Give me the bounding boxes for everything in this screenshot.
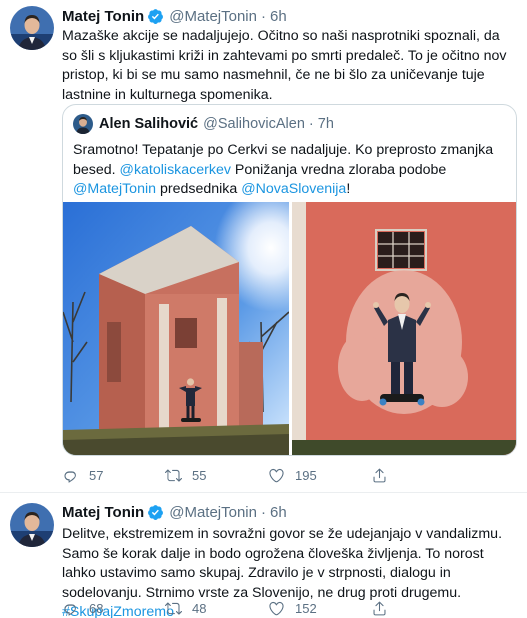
tweet-time[interactable]: 6h xyxy=(270,504,287,521)
reply-icon xyxy=(64,470,76,483)
quoted-tweet-header: Alen Salihović @SalihovicAlen · 7h xyxy=(73,114,334,134)
verified-badge-icon xyxy=(148,8,164,24)
share-button[interactable] xyxy=(371,600,474,617)
quoted-tweet-time: 7h xyxy=(317,116,334,132)
avatar[interactable] xyxy=(10,6,54,50)
mention-link[interactable]: @MatejTonin xyxy=(73,181,156,197)
verified-badge-icon xyxy=(148,504,164,520)
reply-count: 57 xyxy=(89,467,104,483)
mention-link[interactable]: @katoliskacerkev xyxy=(120,162,231,178)
separator-dot: · xyxy=(261,503,266,521)
quoted-author-name: Alen Salihović xyxy=(99,116,199,132)
retweet-icon xyxy=(165,601,182,615)
separator-dot: · xyxy=(261,7,266,25)
retweet-button[interactable]: 48 xyxy=(165,600,268,617)
reply-count: 68 xyxy=(89,600,104,616)
quoted-author-handle: @SalihovicAlen xyxy=(203,116,305,132)
avatar[interactable] xyxy=(10,503,54,547)
share-icon xyxy=(373,601,386,615)
share-button[interactable] xyxy=(371,467,474,484)
tweet-text-main: Delitve, ekstremizem in sovražni govor s… xyxy=(62,526,503,601)
author-name[interactable]: Matej Tonin xyxy=(62,504,144,521)
separator-dot: · xyxy=(308,116,314,132)
retweet-count: 48 xyxy=(192,600,207,616)
reply-button[interactable]: 57 xyxy=(62,467,165,484)
tweet[interactable]: Matej Tonin @MatejTonin · 6h Delitve, ek… xyxy=(0,492,527,618)
quoted-avatar xyxy=(73,114,93,134)
like-icon xyxy=(269,468,284,482)
quoted-media xyxy=(63,202,516,455)
mention-link[interactable]: @NovaSlovenija xyxy=(241,181,346,197)
like-button[interactable]: 152 xyxy=(268,600,371,617)
tweet-time[interactable]: 6h xyxy=(270,8,287,25)
like-count: 195 xyxy=(295,467,317,483)
author-name[interactable]: Matej Tonin xyxy=(62,8,144,25)
quoted-text-segment: Ponižanja vredna zloraba podobe xyxy=(230,161,447,178)
like-button[interactable]: 195 xyxy=(268,467,371,484)
author-handle[interactable]: @MatejTonin xyxy=(169,504,257,521)
tweet-actions: 57 55 195 xyxy=(62,466,474,484)
quoted-tweet-text: Sramotno! Tepatanje po Cerkvi se nadalju… xyxy=(73,141,505,200)
photo-church-wall[interactable] xyxy=(63,202,289,455)
quoted-text-segment: ! xyxy=(346,181,351,197)
author-handle[interactable]: @MatejTonin xyxy=(169,8,257,25)
tweet-header: Matej Tonin @MatejTonin · 6h xyxy=(62,6,287,26)
retweet-count: 55 xyxy=(192,467,207,483)
retweet-icon xyxy=(165,468,182,482)
reply-icon xyxy=(64,603,76,616)
quoted-tweet[interactable]: Alen Salihović @SalihovicAlen · 7h Sramo… xyxy=(62,104,517,456)
tweet[interactable]: Matej Tonin @MatejTonin · 6h Mazaške akc… xyxy=(0,0,527,492)
like-count: 152 xyxy=(295,600,317,616)
photo-painted-figure[interactable] xyxy=(292,202,516,455)
quoted-text-segment: predsednika xyxy=(156,181,242,197)
tweet-header: Matej Tonin @MatejTonin · 6h xyxy=(62,502,287,522)
retweet-button[interactable]: 55 xyxy=(165,467,268,484)
share-icon xyxy=(373,468,386,482)
like-icon xyxy=(269,601,284,615)
tweet-actions: 68 48 152 xyxy=(62,599,474,617)
tweet-text: Mazaške akcije se nadaljujejo. Očitno so… xyxy=(62,28,507,103)
reply-button[interactable]: 68 xyxy=(62,600,165,617)
